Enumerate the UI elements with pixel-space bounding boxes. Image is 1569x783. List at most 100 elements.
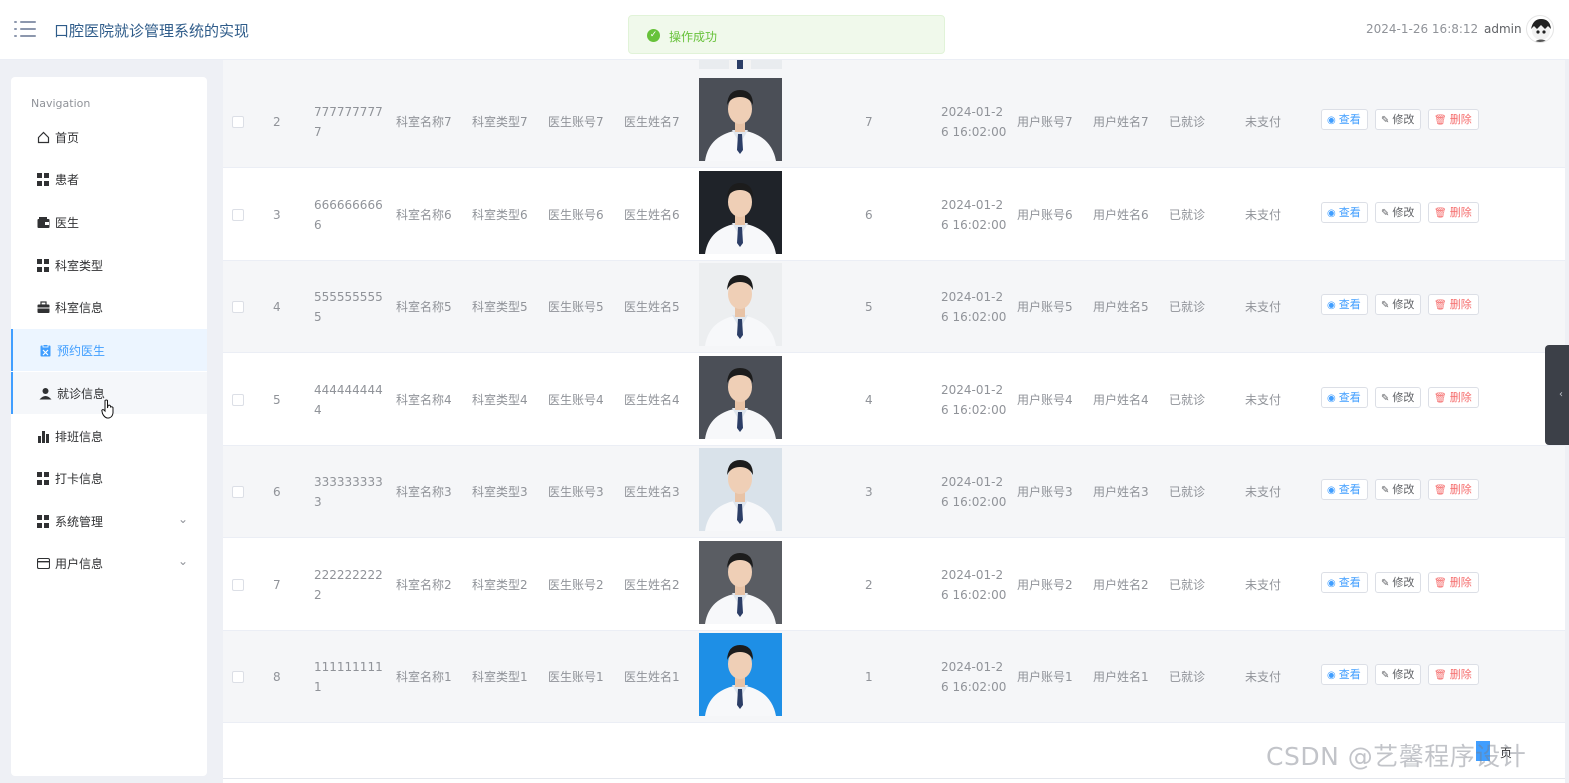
row-checkbox[interactable] (232, 301, 244, 313)
delete-button[interactable]: 🗑 删除 (1428, 479, 1479, 500)
side-drawer-tab[interactable]: ‹ (1545, 345, 1569, 445)
sidebar: Navigation 首页 患者 医生 科室类型 科室信息 预约医生 就诊信息 … (11, 77, 207, 776)
delete-button[interactable]: 🗑 删除 (1428, 386, 1479, 408)
cell-dept-type: 科室类型2 (472, 577, 528, 592)
sidebar-item-dept-types[interactable]: 科室类型 (11, 244, 207, 286)
sidebar-item-system[interactable]: 系统管理 ⌄ (11, 500, 207, 542)
row-checkbox[interactable] (232, 486, 244, 498)
cell-dept-name: 科室名称5 (396, 300, 452, 314)
sidebar-item-user-info[interactable]: 用户信息 ⌄ (11, 542, 207, 584)
sidebar-item-label: 打卡信息 (55, 472, 104, 486)
cell-doctor-name: 医生姓名3 (624, 485, 680, 499)
row-checkbox[interactable] (232, 671, 244, 683)
chevron-left-icon: ‹ (1559, 389, 1563, 400)
cell-appointment-time: 2024-01-2 6 16:02:00 (941, 197, 1007, 232)
cell-doctor-account: 医生账号6 (548, 207, 604, 222)
table-bottom-border (223, 778, 1565, 779)
user-icon (39, 388, 52, 400)
view-button[interactable]: ◉ 查看 (1321, 386, 1368, 408)
row-checkbox[interactable] (232, 578, 244, 591)
chevron-down-icon[interactable]: ⌄ (178, 554, 188, 568)
edit-button[interactable]: ✎ 修改 (1375, 109, 1422, 130)
view-button[interactable]: ◉ 查看 (1321, 479, 1368, 500)
doctor-photo (699, 633, 782, 716)
cell-doctor-account: 医生账号3 (548, 485, 604, 499)
sidebar-item-doctors[interactable]: 医生 (11, 201, 207, 243)
table-row[interactable]: 6 333333333 3 科室名称3 科室类型3 医生账号3 医生姓名3 3 2024-01… (223, 446, 1565, 538)
button-label: 修改 (1392, 113, 1415, 126)
sidebar-item-label: 科室信息 (55, 301, 104, 315)
chevron-down-icon[interactable]: ⌄ (178, 512, 188, 526)
nav-heading: Navigation (31, 97, 91, 110)
cell-dept-name: 科室名称1 (396, 670, 452, 684)
delete-button[interactable]: 🗑 删除 (1428, 109, 1479, 130)
cell-count: 6 (865, 207, 873, 222)
trash-icon: 🗑 (1434, 670, 1447, 681)
eye-icon: ◉ (1327, 207, 1336, 219)
view-button[interactable]: ◉ 查看 (1321, 294, 1368, 315)
delete-button[interactable]: 🗑 删除 (1428, 294, 1479, 315)
row-checkbox[interactable] (232, 393, 244, 406)
cell-user-account: 用户账号4 (1017, 392, 1073, 407)
trash-icon: 🗑 (1434, 485, 1447, 496)
wallet-icon (37, 217, 50, 228)
trash-icon: 🗑 (1434, 300, 1447, 311)
row-checkbox[interactable] (232, 116, 244, 128)
edit-button[interactable]: ✎ 修改 (1375, 201, 1422, 223)
cell-appointment-time: 2024-01-2 6 16:02:00 (941, 290, 1007, 324)
cell-user-account: 用户账号6 (1017, 207, 1073, 222)
delete-button[interactable]: 🗑 删除 (1428, 201, 1479, 223)
sidebar-item-schedules[interactable]: 排班信息 (11, 415, 207, 457)
doctor-photo (699, 540, 782, 624)
table-row[interactable]: 2 777777777 7 科室名称7 科室类型7 医生账号7 医生姓名7 7 2024-01… (223, 76, 1565, 168)
sidebar-item-patients[interactable]: 患者 (11, 158, 207, 200)
edit-button[interactable]: ✎ 修改 (1375, 386, 1422, 408)
button-label: 删除 (1449, 575, 1472, 589)
sidebar-item-label: 用户信息 (55, 557, 104, 571)
cell-pay-status: 未支付 (1245, 577, 1282, 592)
view-button[interactable]: ◉ 查看 (1321, 571, 1368, 593)
watermark: CSDN @艺馨程序设计 (1266, 742, 1527, 771)
view-button[interactable]: ◉ 查看 (1321, 664, 1368, 685)
cell-user-name: 用户姓名1 (1093, 670, 1149, 684)
delete-button[interactable]: 🗑 删除 (1428, 664, 1479, 685)
cell-appointment-no: 111111111 1 (314, 660, 383, 694)
view-button[interactable]: ◉ 查看 (1321, 201, 1368, 223)
edit-button[interactable]: ✎ 修改 (1375, 664, 1422, 685)
cell-doctor-account: 医生账号7 (548, 115, 604, 129)
sidebar-item-dept-info[interactable]: 科室信息 (11, 286, 207, 328)
cell-pay-status: 未支付 (1245, 300, 1282, 314)
edit-button[interactable]: ✎ 修改 (1375, 294, 1422, 315)
cell-dept-name: 科室名称6 (396, 207, 452, 222)
sidebar-item-label: 科室类型 (55, 259, 104, 273)
cell-index: 5 (273, 392, 281, 407)
sidebar-item-label: 医生 (55, 216, 80, 230)
menu-toggle-icon[interactable] (14, 19, 36, 39)
button-label: 修改 (1392, 390, 1415, 404)
edit-icon: ✎ (1381, 485, 1390, 496)
table-row[interactable]: 5 444444444 4 科室名称4 科室类型4 医生账号4 医生姓名4 4 2024-01… (223, 354, 1565, 446)
button-label: 删除 (1449, 205, 1472, 219)
table-row[interactable]: 3 666666666 6 科室名称6 科室类型6 医生账号6 医生姓名6 6 2024-01… (223, 169, 1565, 261)
cell-user-account: 用户账号2 (1017, 577, 1073, 592)
sidebar-item-appointments[interactable]: 预约医生 (11, 329, 207, 371)
table-row[interactable]: 7 222222222 2 科室名称2 科室类型2 医生账号2 医生姓名2 2 2024-01… (223, 539, 1565, 631)
view-button[interactable]: ◉ 查看 (1321, 109, 1368, 130)
table-row[interactable]: 8 111111111 1 科室名称1 科室类型1 医生账号1 医生姓名1 1 2024-01… (223, 631, 1565, 723)
sidebar-item-label: 患者 (55, 173, 80, 187)
delete-button[interactable]: 🗑 删除 (1428, 571, 1479, 593)
avatar[interactable] (1526, 15, 1554, 43)
edit-button[interactable]: ✎ 修改 (1375, 571, 1422, 593)
button-label: 删除 (1449, 298, 1472, 311)
eye-icon: ◉ (1327, 300, 1336, 311)
table-row[interactable]: 4 555555555 5 科室名称5 科室类型5 医生账号5 医生姓名5 5 2024-01… (223, 261, 1565, 353)
eye-icon: ◉ (1327, 670, 1336, 681)
cell-appointment-no: 666666666 6 (314, 197, 383, 232)
row-checkbox[interactable] (232, 208, 244, 221)
sidebar-item-checkins[interactable]: 打卡信息 (11, 457, 207, 499)
cell-visit-status: 已就诊 (1169, 115, 1206, 129)
header-username[interactable]: admin (1484, 22, 1522, 36)
cell-dept-type: 科室类型1 (472, 670, 528, 684)
edit-button[interactable]: ✎ 修改 (1375, 479, 1422, 500)
sidebar-item-home[interactable]: 首页 (11, 116, 207, 158)
